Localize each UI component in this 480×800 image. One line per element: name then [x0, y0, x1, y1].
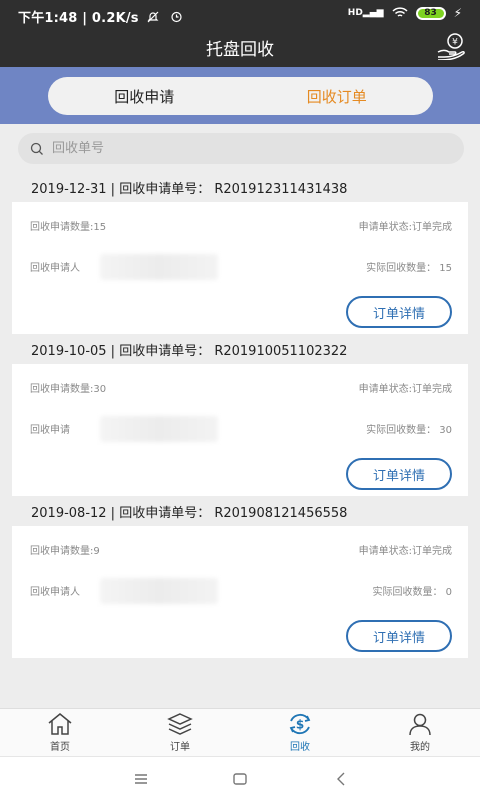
applicant-label: 回收申请人 [30, 263, 80, 274]
tab-recycle-apply[interactable]: 回收申请 [48, 77, 241, 115]
applicant-redacted [100, 254, 218, 280]
status-bar: 下午1:48 | 0.2K/s HD▂▄▆ 83 ⚡ [0, 0, 480, 30]
segmented-tabs: 回收申请 回收订单 [48, 77, 433, 115]
apply-status: 申请单状态:订单完成 [358, 222, 452, 233]
record-card: 回收申请数量:9 申请单状态:订单完成 回收申请人 实际回收数量： 0 订单详情 [12, 526, 468, 658]
applicant-redacted [100, 416, 218, 442]
apply-status: 申请单状态:订单完成 [358, 546, 452, 557]
home-icon [48, 713, 72, 735]
order-detail-button[interactable]: 订单详情 [346, 296, 452, 328]
applicant-label: 回收申请 [30, 425, 70, 436]
order-detail-button[interactable]: 订单详情 [346, 620, 452, 652]
order-detail-button[interactable]: 订单详情 [346, 458, 452, 490]
search-icon [30, 142, 43, 155]
record-header: 2019-08-12 | 回收申请单号： R201908121456558 [31, 506, 348, 521]
applicant-label: 回收申请人 [30, 587, 80, 598]
back-icon[interactable] [333, 771, 349, 787]
actual-quantity: 实际回收数量： 15 [366, 263, 452, 274]
nav-mine[interactable]: 我的 [360, 709, 480, 756]
record-header: 2019-12-31 | 回收申请单号： R201912311431438 [31, 182, 348, 197]
alarm-icon [171, 11, 182, 23]
nav-recycle[interactable]: $ 回收 [240, 709, 360, 756]
recycle-dollar-icon: $ [289, 713, 311, 735]
layers-icon [167, 713, 193, 735]
charging-icon: ⚡ [453, 6, 462, 20]
search-bar[interactable] [18, 133, 464, 164]
search-input[interactable] [52, 141, 432, 156]
apply-quantity: 回收申请数量:30 [30, 384, 107, 395]
nav-orders[interactable]: 订单 [120, 709, 240, 756]
apply-quantity: 回收申请数量:15 [30, 222, 107, 233]
record-item: 2019-10-05 | 回收申请单号： R201910051102322 回收… [0, 340, 480, 502]
signal-icon: HD▂▄▆ [347, 8, 384, 18]
user-icon [409, 713, 431, 736]
record-card: 回收申请数量:30 申请单状态:订单完成 回收申请 实际回收数量： 30 订单详… [12, 364, 468, 496]
status-time-speed: 下午1:48 | 0.2K/s [18, 7, 183, 26]
svg-text:$: $ [296, 718, 304, 732]
menu-icon[interactable] [133, 771, 149, 787]
app-header: 下午1:48 | 0.2K/s HD▂▄▆ 83 ⚡ 托盘回收 ¥ [0, 0, 480, 67]
apply-status: 申请单状态:订单完成 [358, 384, 452, 395]
hand-coin-icon[interactable]: ¥ [436, 32, 468, 60]
tab-recycle-order[interactable]: 回收订单 [241, 77, 434, 115]
wifi-icon [392, 7, 408, 17]
tab-band: 回收申请 回收订单 [0, 67, 480, 124]
record-item: 2019-12-31 | 回收申请单号： R201912311431438 回收… [0, 178, 480, 340]
record-item: 2019-08-12 | 回收申请单号： R201908121456558 回收… [0, 502, 480, 664]
record-header: 2019-10-05 | 回收申请单号： R201910051102322 [31, 344, 348, 359]
record-card: 回收申请数量:15 申请单状态:订单完成 回收申请人 实际回收数量： 15 订单… [12, 202, 468, 334]
apply-quantity: 回收申请数量:9 [30, 546, 100, 557]
actual-quantity: 实际回收数量： 30 [366, 425, 452, 436]
applicant-redacted [100, 578, 218, 604]
bottom-nav: 首页 订单 $ 回收 我的 [0, 708, 480, 756]
nav-home[interactable]: 首页 [0, 709, 120, 756]
page-title: 托盘回收 [206, 40, 274, 60]
home-square-icon[interactable] [232, 771, 248, 787]
svg-text:¥: ¥ [452, 38, 458, 48]
mute-bell-icon [148, 11, 159, 23]
record-list: 2019-12-31 | 回收申请单号： R201912311431438 回收… [0, 178, 480, 664]
status-icons: HD▂▄▆ 83 ⚡ [348, 6, 462, 20]
actual-quantity: 实际回收数量： 0 [372, 587, 452, 598]
system-nav-bar [0, 756, 480, 800]
battery-icon: 83 [415, 6, 446, 20]
